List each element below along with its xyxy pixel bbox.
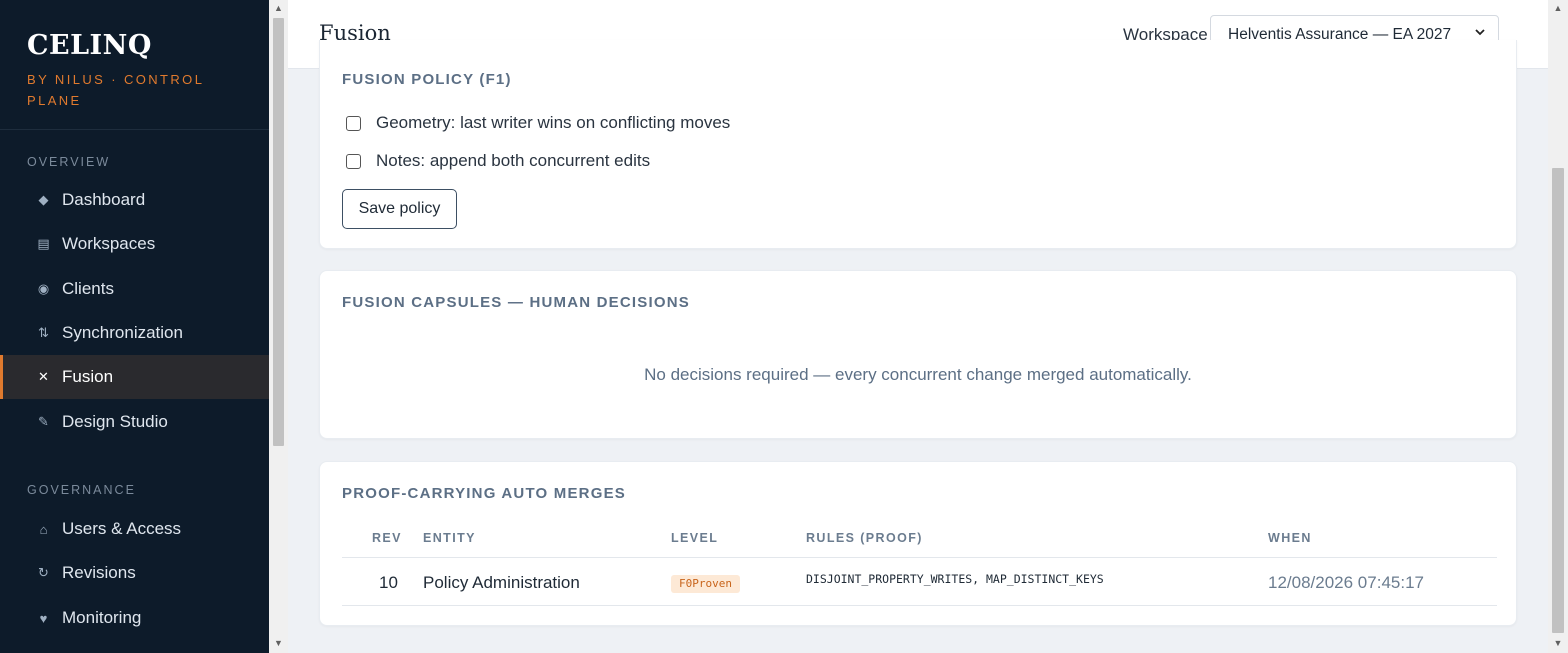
fusion-icon: ✕ xyxy=(38,369,49,384)
column-header-entity: ENTITY xyxy=(423,531,476,545)
scroll-up-icon[interactable]: ▲ xyxy=(1548,0,1568,17)
table-header-divider xyxy=(342,557,1497,558)
sync-arrows-icon: ⇅ xyxy=(38,325,49,340)
sidebar-item-label: Dashboard xyxy=(62,190,146,209)
sidebar-item-label: Monitoring xyxy=(62,608,142,627)
policy-option-geometry[interactable]: Geometry: last writer wins on conflictin… xyxy=(346,113,730,133)
sidebar-item-clients[interactable]: ◉ Clients xyxy=(0,267,269,311)
nav-section-governance: GOVERNANCE xyxy=(27,483,136,497)
empty-state-message: No decisions required — every concurrent… xyxy=(644,365,1192,384)
cell-rev: 10 xyxy=(379,573,398,592)
sidebar-item-label: Design Studio xyxy=(62,412,168,431)
refresh-icon: ↻ xyxy=(38,565,49,580)
save-policy-button[interactable]: Save policy xyxy=(342,189,457,229)
scroll-thumb[interactable] xyxy=(1552,168,1564,633)
scroll-down-icon[interactable]: ▼ xyxy=(1548,635,1568,652)
sidebar-scrollbar[interactable]: ▲ ▼ xyxy=(269,0,288,653)
fusion-policy-title: FUSION POLICY (F1) xyxy=(342,71,512,88)
column-header-rules: RULES (PROOF) xyxy=(806,531,923,545)
sidebar-item-synchronization[interactable]: ⇅ Synchronization xyxy=(0,311,269,355)
page-scrollbar[interactable]: ▲ ▼ xyxy=(1548,0,1568,653)
sidebar-item-label: Synchronization xyxy=(62,323,183,342)
sidebar-item-design-studio[interactable]: ✎ Design Studio xyxy=(0,400,269,444)
sidebar-item-label: Workspaces xyxy=(62,234,156,253)
sidebar-item-label: Users & Access xyxy=(62,519,182,538)
scroll-up-icon[interactable]: ▲ xyxy=(269,0,288,17)
table-row-divider xyxy=(342,605,1497,606)
sidebar-item-dashboard[interactable]: ◆ Dashboard xyxy=(0,178,269,222)
diamond-icon: ◆ xyxy=(38,192,49,207)
home-icon: ⌂ xyxy=(39,521,48,537)
sidebar: CELINQ BY NILUS · CONTROL PLANE OVERVIEW… xyxy=(0,0,269,653)
checkbox[interactable] xyxy=(346,115,361,131)
heart-icon: ♥ xyxy=(39,610,48,626)
sidebar-item-label: Fusion xyxy=(62,367,114,386)
sidebar-item-users-access[interactable]: ⌂ Users & Access xyxy=(0,507,269,551)
brand-name: CELINQ xyxy=(27,30,152,61)
fusion-capsules-card: FUSION CAPSULES — HUMAN DECISIONS No dec… xyxy=(319,270,1517,439)
list-icon: ▤ xyxy=(37,236,50,251)
sidebar-item-revisions[interactable]: ↻ Revisions xyxy=(0,551,269,595)
scroll-thumb[interactable] xyxy=(273,18,284,446)
auto-merges-card: PROOF-CARRYING AUTO MERGES REV ENTITY LE… xyxy=(319,461,1517,626)
fusion-capsules-title: FUSION CAPSULES — HUMAN DECISIONS xyxy=(342,294,690,311)
policy-option-label: Geometry: last writer wins on conflictin… xyxy=(376,113,731,132)
cell-rules: DISJOINT_PROPERTY_WRITES, MAP_DISTINCT_K… xyxy=(806,572,1104,586)
fusion-policy-card: FUSION POLICY (F1) Geometry: last writer… xyxy=(319,40,1517,249)
chevron-down-icon xyxy=(1474,26,1486,41)
policy-option-label: Notes: append both concurrent edits xyxy=(376,151,651,170)
circle-dot-icon: ◉ xyxy=(37,281,50,296)
sidebar-item-monitoring[interactable]: ♥ Monitoring xyxy=(0,596,269,640)
sidebar-item-label: Revisions xyxy=(62,563,136,582)
policy-option-notes[interactable]: Notes: append both concurrent edits xyxy=(346,151,650,171)
scroll-down-icon[interactable]: ▼ xyxy=(269,635,288,652)
checkbox[interactable] xyxy=(346,153,361,169)
column-header-level: LEVEL xyxy=(671,531,719,545)
sidebar-item-label: Clients xyxy=(62,279,114,298)
column-header-rev: REV xyxy=(372,531,402,545)
auto-merges-title: PROOF-CARRYING AUTO MERGES xyxy=(342,485,626,502)
sidebar-item-workspaces[interactable]: ▤ Workspaces xyxy=(0,222,269,266)
sidebar-item-fusion[interactable]: ✕ Fusion xyxy=(0,355,269,399)
cell-entity: Policy Administration xyxy=(423,573,580,592)
pencil-icon: ✎ xyxy=(38,414,49,429)
nav-section-overview: OVERVIEW xyxy=(27,155,111,169)
brand: CELINQ BY NILUS · CONTROL PLANE xyxy=(0,0,269,130)
brand-tagline: BY NILUS · CONTROL PLANE xyxy=(27,72,204,108)
level-badge: F0Proven xyxy=(671,575,740,593)
cell-when: 12/08/2026 07:45:17 xyxy=(1268,573,1424,592)
column-header-when: WHEN xyxy=(1268,531,1312,545)
